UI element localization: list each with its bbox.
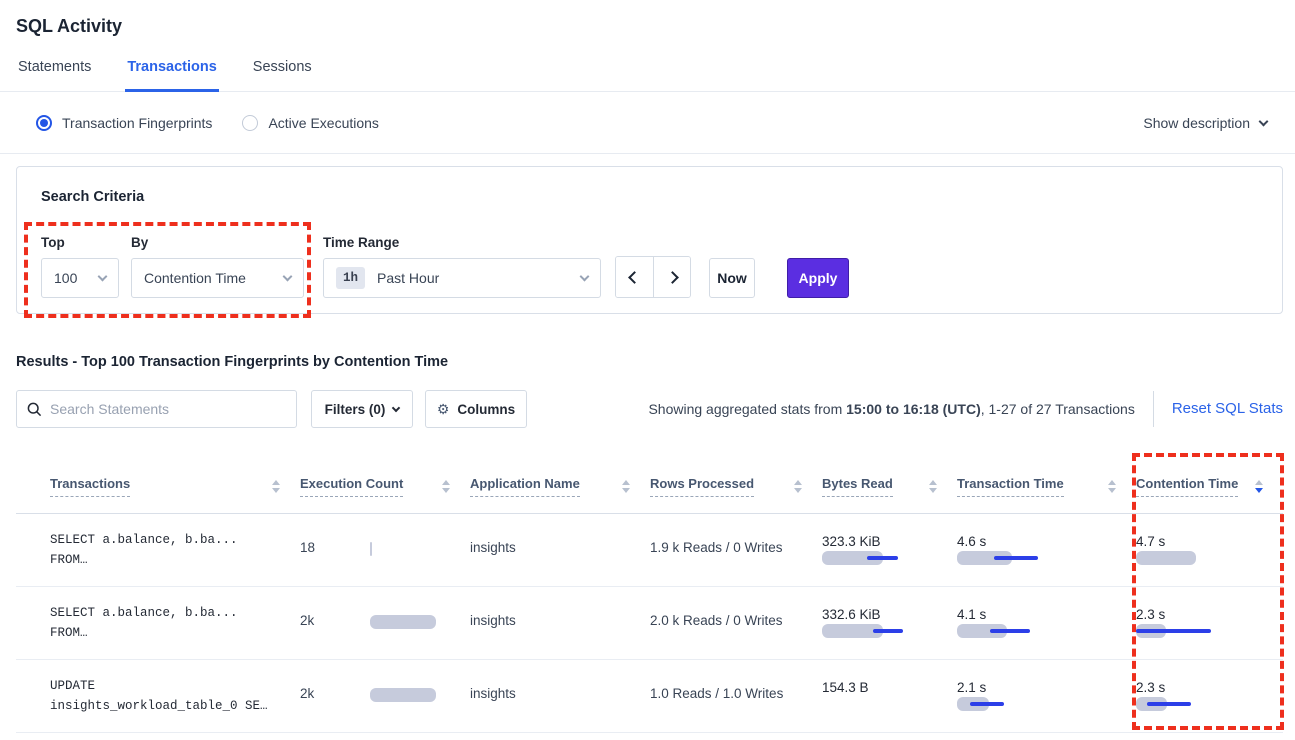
search-criteria-heading: Search Criteria xyxy=(41,189,1258,205)
now-button[interactable]: Now xyxy=(709,258,755,298)
by-select-value: Contention Time xyxy=(144,270,246,286)
transaction-time-cell: 4.6 s xyxy=(957,514,1136,586)
execution-count-cell: 2k xyxy=(300,660,470,732)
column-header-transaction-time[interactable]: Transaction Time xyxy=(957,460,1136,513)
by-field: By Contention Time xyxy=(131,235,323,298)
sort-icon[interactable] xyxy=(1108,480,1116,493)
chevron-left-icon xyxy=(628,271,641,284)
search-icon xyxy=(27,402,42,417)
sql-activity-page: SQL Activity Statements Transactions Ses… xyxy=(0,0,1295,740)
by-label: By xyxy=(131,235,323,250)
rows-processed-cell: 1.9 k Reads / 0 Writes xyxy=(650,514,822,586)
time-range-select[interactable]: 1h Past Hour xyxy=(323,258,601,298)
tab-sessions[interactable]: Sessions xyxy=(251,59,314,91)
time-range-label: Time Range xyxy=(323,235,601,250)
execution-count-cell: 18 xyxy=(300,514,470,586)
radio-selected-icon xyxy=(36,115,52,131)
time-range-value: Past Hour xyxy=(377,270,439,286)
search-statements-box[interactable] xyxy=(16,390,297,428)
time-back-button[interactable] xyxy=(616,257,653,297)
column-header-execution-count[interactable]: Execution Count xyxy=(300,460,470,513)
transaction-time-cell: 4.1 s xyxy=(957,587,1136,659)
chevron-down-icon xyxy=(98,272,108,282)
aggregated-stats-text: Showing aggregated stats from 15:00 to 1… xyxy=(648,401,1134,417)
contention-time-cell: 4.7 s xyxy=(1136,514,1283,586)
view-toggle-row: Transaction Fingerprints Active Executio… xyxy=(0,92,1295,154)
tab-bar: Statements Transactions Sessions xyxy=(0,59,1295,92)
apply-button[interactable]: Apply xyxy=(787,258,849,298)
columns-label: Columns xyxy=(457,402,515,417)
gear-icon: ⚙ xyxy=(437,401,450,418)
by-select[interactable]: Contention Time xyxy=(131,258,304,298)
tab-transactions[interactable]: Transactions xyxy=(125,59,218,92)
transaction-fingerprint-cell[interactable]: SELECT a.balance, b.ba... FROM… xyxy=(16,514,300,586)
top-select-value: 100 xyxy=(54,270,77,286)
rows-processed-cell: 1.0 Reads / 1.0 Writes xyxy=(650,660,822,732)
execution-count-bar xyxy=(370,542,440,556)
column-header-contention-time[interactable]: Contention Time xyxy=(1136,460,1283,513)
radio-label: Transaction Fingerprints xyxy=(62,115,212,131)
time-forward-button[interactable] xyxy=(653,257,690,297)
transaction-fingerprint-cell[interactable]: SELECT a.balance, b.ba... FROM… xyxy=(16,587,300,659)
radio-label: Active Executions xyxy=(268,115,379,131)
filters-button[interactable]: Filters (0) xyxy=(311,390,413,428)
column-header-transactions[interactable]: Transactions xyxy=(16,460,300,513)
search-criteria-card: Search Criteria Top 100 By Contention Ti… xyxy=(16,166,1283,314)
show-description-label: Show description xyxy=(1143,115,1250,131)
page-title: SQL Activity xyxy=(0,0,1295,37)
results-heading: Results - Top 100 Transaction Fingerprin… xyxy=(16,354,1295,370)
filters-label: Filters (0) xyxy=(325,402,386,417)
transaction-fingerprint-cell[interactable]: UPDATE insights_workload_table_0 SE… xyxy=(16,660,300,732)
application-name-cell: insights xyxy=(470,660,650,732)
chevron-down-icon xyxy=(392,403,400,411)
time-range-badge: 1h xyxy=(336,267,365,289)
execution-count-bar xyxy=(370,615,440,629)
chevron-down-icon xyxy=(283,272,293,282)
execution-count-bar xyxy=(370,688,440,702)
column-header-application-name[interactable]: Application Name xyxy=(470,460,650,513)
show-description-toggle[interactable]: Show description xyxy=(1143,115,1267,131)
transactions-table: Transactions Execution Count Application… xyxy=(16,460,1283,733)
chevron-down-icon xyxy=(1259,116,1269,126)
contention-time-cell: 2.3 s xyxy=(1136,660,1283,732)
execution-count-cell: 2k xyxy=(300,587,470,659)
contention-time-cell: 2.3 s xyxy=(1136,587,1283,659)
top-select[interactable]: 100 xyxy=(41,258,119,298)
radio-transaction-fingerprints[interactable]: Transaction Fingerprints xyxy=(36,115,212,131)
table-row[interactable]: UPDATE insights_workload_table_0 SE… 2k … xyxy=(16,660,1283,733)
table-row[interactable]: SELECT a.balance, b.ba... FROM… 18 insig… xyxy=(16,514,1283,587)
sort-icon[interactable] xyxy=(622,480,630,493)
sort-icon[interactable] xyxy=(442,480,450,493)
sort-icon-active-desc[interactable] xyxy=(1255,480,1263,493)
top-label: Top xyxy=(41,235,131,250)
reset-sql-stats-link[interactable]: Reset SQL Stats xyxy=(1153,391,1283,427)
bytes-read-cell: 323.3 KiB xyxy=(822,514,957,586)
chevron-right-icon xyxy=(666,271,679,284)
table-row[interactable]: SELECT a.balance, b.ba... FROM… 2k insig… xyxy=(16,587,1283,660)
column-header-rows-processed[interactable]: Rows Processed xyxy=(650,460,822,513)
results-controls: Filters (0) ⚙ Columns Showing aggregated… xyxy=(16,390,1283,428)
bytes-read-cell: 332.6 KiB xyxy=(822,587,957,659)
radio-unselected-icon xyxy=(242,115,258,131)
chevron-down-icon xyxy=(580,272,590,282)
top-field: Top 100 xyxy=(41,235,131,298)
application-name-cell: insights xyxy=(470,587,650,659)
columns-button[interactable]: ⚙ Columns xyxy=(425,390,527,428)
application-name-cell: insights xyxy=(470,514,650,586)
time-range-field: Time Range 1h Past Hour xyxy=(323,235,601,298)
transaction-time-cell: 2.1 s xyxy=(957,660,1136,732)
bytes-read-cell: 154.3 B xyxy=(822,660,957,732)
sort-icon[interactable] xyxy=(929,480,937,493)
sort-icon[interactable] xyxy=(272,480,280,493)
column-header-bytes-read[interactable]: Bytes Read xyxy=(822,460,957,513)
rows-processed-cell: 2.0 k Reads / 0 Writes xyxy=(650,587,822,659)
table-header-row: Transactions Execution Count Application… xyxy=(16,460,1283,514)
sort-icon[interactable] xyxy=(794,480,802,493)
time-step-group xyxy=(615,256,691,298)
radio-active-executions[interactable]: Active Executions xyxy=(242,115,379,131)
tab-statements[interactable]: Statements xyxy=(16,59,93,91)
search-statements-input[interactable] xyxy=(50,401,270,417)
